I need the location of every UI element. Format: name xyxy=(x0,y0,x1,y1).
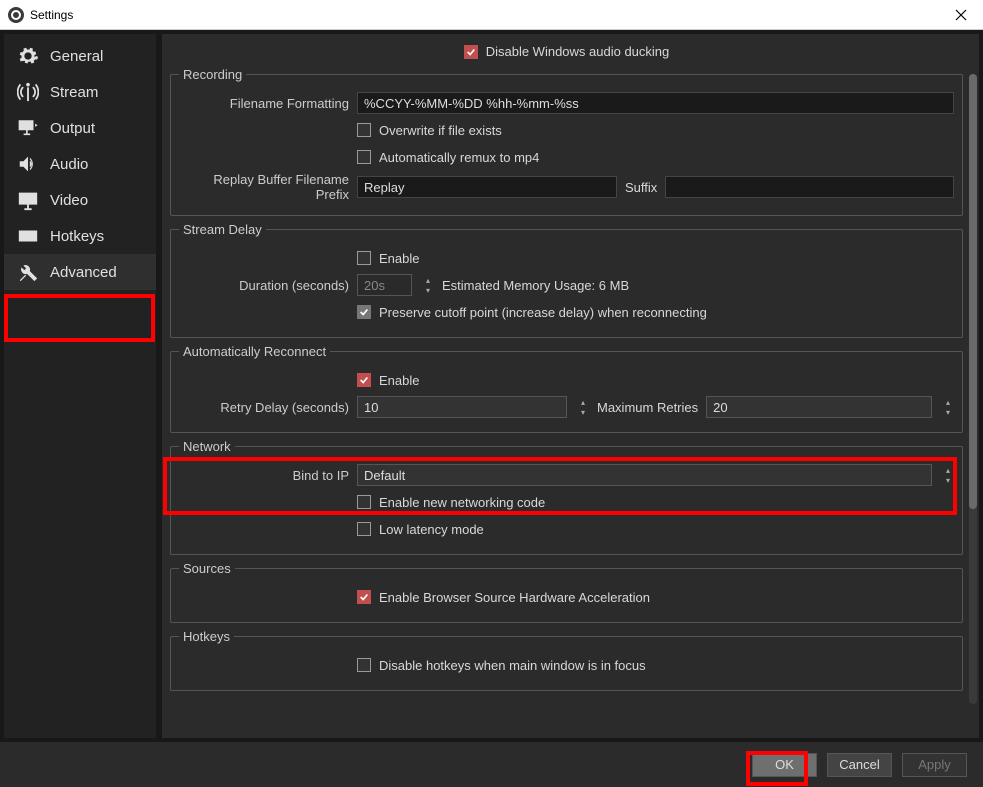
retry-delay-spinbox[interactable]: 10 xyxy=(357,396,567,418)
output-icon xyxy=(14,116,42,140)
filename-formatting-label: Filename Formatting xyxy=(179,96,357,111)
footer: OK Cancel Apply xyxy=(0,742,983,787)
duration-spinbox[interactable]: 20s xyxy=(357,274,412,296)
stream-delay-group: Stream Delay Enable Duration (seconds) 2… xyxy=(170,222,963,338)
network-legend: Network xyxy=(179,439,235,454)
preserve-cutoff-label: Preserve cutoff point (increase delay) w… xyxy=(379,305,707,320)
apply-button: Apply xyxy=(902,753,967,777)
auto-reconnect-enable-label: Enable xyxy=(379,373,419,388)
stream-delay-enable-checkbox[interactable] xyxy=(357,251,371,265)
gear-icon xyxy=(14,44,42,68)
overwrite-checkbox[interactable] xyxy=(357,123,371,137)
tools-icon xyxy=(14,260,42,284)
suffix-input[interactable] xyxy=(665,176,954,198)
max-retries-spin-buttons[interactable]: ▴▾ xyxy=(942,397,954,417)
filename-formatting-input[interactable] xyxy=(357,92,954,114)
disable-audio-ducking-checkbox[interactable] xyxy=(464,45,478,59)
hotkeys-group: Hotkeys Disable hotkeys when main window… xyxy=(170,629,963,691)
sidebar-item-advanced[interactable]: Advanced xyxy=(4,254,156,290)
memory-usage-label: Estimated Memory Usage: 6 MB xyxy=(442,278,629,293)
disable-audio-ducking-label: Disable Windows audio ducking xyxy=(486,44,670,59)
stream-delay-enable-label: Enable xyxy=(379,251,419,266)
monitor-icon xyxy=(14,188,42,212)
disable-hotkeys-label: Disable hotkeys when main window is in f… xyxy=(379,658,646,673)
duration-spin-buttons[interactable]: ▴▾ xyxy=(422,275,434,295)
bind-ip-label: Bind to IP xyxy=(179,468,357,483)
sidebar-item-label: Advanced xyxy=(50,264,117,281)
replay-prefix-input[interactable] xyxy=(357,176,617,198)
titlebar: Settings xyxy=(0,0,983,30)
sidebar-item-label: General xyxy=(50,48,103,65)
ok-button[interactable]: OK xyxy=(752,753,817,777)
recording-legend: Recording xyxy=(179,67,246,82)
duration-label: Duration (seconds) xyxy=(179,278,357,293)
antenna-icon xyxy=(14,80,42,104)
sidebar-item-audio[interactable]: Audio xyxy=(4,146,156,182)
bind-ip-dropdown-button[interactable]: ▴▾ xyxy=(942,465,954,485)
sidebar-item-hotkeys[interactable]: Hotkeys xyxy=(4,218,156,254)
preserve-cutoff-checkbox[interactable] xyxy=(357,305,371,319)
remux-label: Automatically remux to mp4 xyxy=(379,150,539,165)
window-title: Settings xyxy=(30,8,73,22)
sidebar-item-label: Audio xyxy=(50,156,88,173)
retry-delay-label: Retry Delay (seconds) xyxy=(179,400,357,415)
content-area: Disable Windows audio ducking Recording … xyxy=(162,34,979,738)
sidebar: General Stream Output Audio Video Hotkey… xyxy=(4,34,156,738)
max-retries-spinbox[interactable]: 20 xyxy=(706,396,932,418)
max-retries-label: Maximum Retries xyxy=(597,400,698,415)
keyboard-icon xyxy=(14,224,42,248)
sidebar-item-stream[interactable]: Stream xyxy=(4,74,156,110)
recording-group: Recording Filename Formatting Overwrite … xyxy=(170,67,963,216)
scrollbar[interactable] xyxy=(969,74,977,704)
sources-legend: Sources xyxy=(179,561,235,576)
network-group: Network Bind to IP Default ▴▾ Enable new… xyxy=(170,439,963,555)
suffix-label: Suffix xyxy=(625,180,657,195)
overwrite-label: Overwrite if file exists xyxy=(379,123,502,138)
new-networking-checkbox[interactable] xyxy=(357,495,371,509)
auto-reconnect-group: Automatically Reconnect Enable Retry Del… xyxy=(170,344,963,433)
close-button[interactable] xyxy=(938,0,983,30)
browser-hw-checkbox[interactable] xyxy=(357,590,371,604)
cancel-button[interactable]: Cancel xyxy=(827,753,892,777)
browser-hw-label: Enable Browser Source Hardware Accelerat… xyxy=(379,590,650,605)
replay-prefix-label: Replay Buffer Filename Prefix xyxy=(179,172,357,202)
hotkeys-legend: Hotkeys xyxy=(179,629,234,644)
low-latency-checkbox[interactable] xyxy=(357,522,371,536)
remux-checkbox[interactable] xyxy=(357,150,371,164)
app-icon xyxy=(8,7,24,23)
sources-group: Sources Enable Browser Source Hardware A… xyxy=(170,561,963,623)
sidebar-item-label: Video xyxy=(50,192,88,209)
sidebar-item-output[interactable]: Output xyxy=(4,110,156,146)
auto-reconnect-legend: Automatically Reconnect xyxy=(179,344,330,359)
sidebar-item-video[interactable]: Video xyxy=(4,182,156,218)
auto-reconnect-enable-checkbox[interactable] xyxy=(357,373,371,387)
sidebar-item-label: Hotkeys xyxy=(50,228,104,245)
new-networking-label: Enable new networking code xyxy=(379,495,545,510)
low-latency-label: Low latency mode xyxy=(379,522,484,537)
disable-hotkeys-checkbox[interactable] xyxy=(357,658,371,672)
retry-delay-spin-buttons[interactable]: ▴▾ xyxy=(577,397,589,417)
sidebar-item-general[interactable]: General xyxy=(4,38,156,74)
speaker-icon xyxy=(14,152,42,176)
bind-ip-select[interactable]: Default xyxy=(357,464,932,486)
sidebar-item-label: Stream xyxy=(50,84,98,101)
sidebar-item-label: Output xyxy=(50,120,95,137)
stream-delay-legend: Stream Delay xyxy=(179,222,266,237)
